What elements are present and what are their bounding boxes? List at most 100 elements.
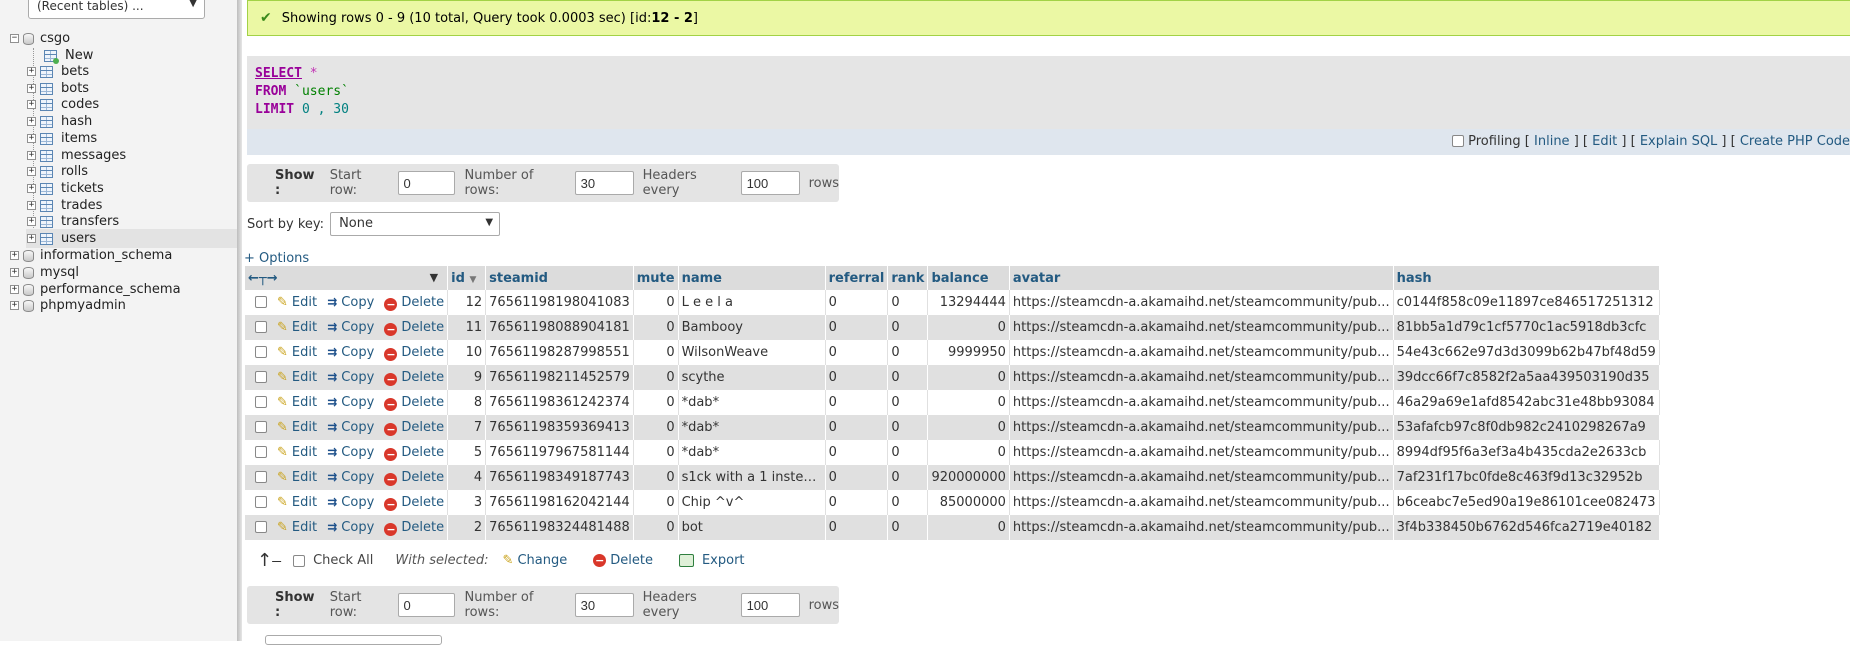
column-toggle-icon[interactable]: ▼	[430, 271, 438, 284]
cell-id[interactable]: 12	[447, 290, 487, 315]
cell-balance[interactable]: 920000000	[927, 465, 1010, 490]
expand-icon[interactable]: +	[27, 151, 36, 160]
cell-name[interactable]: *dab*	[678, 440, 826, 465]
cell-id[interactable]: 5	[447, 440, 487, 465]
copy-button[interactable]: ⇉ Copy	[327, 395, 374, 410]
cell-balance[interactable]: 0	[927, 415, 1010, 440]
delete-selected-button[interactable]: − Delete	[593, 553, 653, 568]
cell-hash[interactable]: 54e43c662e97d3d3099b62b47bf48d59	[1393, 340, 1660, 365]
copy-button[interactable]: ⇉ Copy	[327, 495, 374, 510]
cell-name[interactable]: *dab*	[678, 390, 826, 415]
row-checkbox[interactable]	[255, 295, 267, 308]
cell-avatar[interactable]: https://steamcdn-a.akamaihd.net/steamcom…	[1009, 465, 1394, 490]
column-arrows-icon[interactable]: ←┬→	[248, 271, 278, 286]
options-link[interactable]: + Options	[244, 251, 309, 266]
expand-icon[interactable]: +	[10, 251, 19, 260]
copy-button[interactable]: ⇉ Copy	[327, 470, 374, 485]
cell-avatar[interactable]: https://steamcdn-a.akamaihd.net/steamcom…	[1009, 365, 1394, 390]
cell-id[interactable]: 4	[447, 465, 487, 490]
delete-button[interactable]: − Delete	[384, 395, 444, 411]
cell-balance[interactable]: 0	[927, 365, 1010, 390]
row-checkbox[interactable]	[255, 345, 267, 358]
expand-icon[interactable]: +	[27, 184, 36, 193]
delete-button[interactable]: − Delete	[384, 345, 444, 361]
cell-referral[interactable]: 0	[825, 440, 889, 465]
sql-query-box[interactable]: SELECT * FROM `users` LIMIT 0 , 30	[247, 56, 1850, 129]
row-checkbox[interactable]	[255, 495, 267, 508]
cell-rank[interactable]: 0	[887, 290, 929, 315]
headers-every-input-bottom[interactable]	[740, 593, 800, 617]
cell-referral[interactable]: 0	[825, 340, 889, 365]
delete-button[interactable]: − Delete	[384, 445, 444, 461]
cell-avatar[interactable]: https://steamcdn-a.akamaihd.net/steamcom…	[1009, 515, 1394, 540]
expand-icon[interactable]: +	[27, 201, 36, 210]
sort-select-bottom[interactable]	[265, 635, 442, 645]
col-header-mute[interactable]: mute	[633, 266, 679, 290]
col-header-steamid[interactable]: steamid	[485, 266, 634, 290]
cell-referral[interactable]: 0	[825, 415, 889, 440]
col-header-id[interactable]: id ▼	[447, 266, 487, 290]
edit-button[interactable]: ✎ Edit	[277, 345, 317, 360]
start-row-input-bottom[interactable]	[397, 593, 455, 617]
export-button[interactable]: Export	[678, 553, 745, 568]
cell-avatar[interactable]: https://steamcdn-a.akamaihd.net/steamcom…	[1009, 490, 1394, 515]
row-checkbox[interactable]	[255, 520, 267, 533]
profiling-checkbox[interactable]	[1452, 135, 1464, 147]
cell-mute[interactable]: 0	[633, 340, 679, 365]
cell-steamid[interactable]: 76561198287998551	[485, 340, 634, 365]
copy-button[interactable]: ⇉ Copy	[327, 370, 374, 385]
cell-mute[interactable]: 0	[633, 415, 679, 440]
cell-rank[interactable]: 0	[887, 315, 929, 340]
cell-referral[interactable]: 0	[825, 390, 889, 415]
inline-link[interactable]: Inline	[1534, 134, 1570, 149]
row-checkbox[interactable]	[255, 445, 267, 458]
headers-every-input[interactable]	[740, 171, 800, 195]
create-php-code-link[interactable]: Create PHP Code	[1740, 134, 1850, 149]
cell-rank[interactable]: 0	[887, 365, 929, 390]
copy-button[interactable]: ⇉ Copy	[327, 445, 374, 460]
copy-button[interactable]: ⇉ Copy	[327, 345, 374, 360]
edit-button[interactable]: ✎ Edit	[277, 470, 317, 485]
expand-icon[interactable]: +	[27, 234, 36, 243]
cell-hash[interactable]: 53afafcb97c8f0db982c2410298267a9	[1393, 415, 1660, 440]
cell-balance[interactable]: 13294444	[927, 290, 1010, 315]
cell-hash[interactable]: 8994df95f6a3ef3a4b435cda2e2633cb	[1393, 440, 1660, 465]
explain-sql-link[interactable]: Explain SQL	[1640, 134, 1717, 149]
row-checkbox[interactable]	[255, 395, 267, 408]
cell-avatar[interactable]: https://steamcdn-a.akamaihd.net/steamcom…	[1009, 290, 1394, 315]
cell-referral[interactable]: 0	[825, 365, 889, 390]
delete-button[interactable]: − Delete	[384, 295, 444, 311]
cell-id[interactable]: 3	[447, 490, 487, 515]
num-rows-input[interactable]	[574, 171, 634, 195]
cell-name[interactable]: bot	[678, 515, 826, 540]
cell-id[interactable]: 7	[447, 415, 487, 440]
num-rows-input-bottom[interactable]	[574, 593, 634, 617]
cell-rank[interactable]: 0	[887, 390, 929, 415]
delete-button[interactable]: − Delete	[384, 370, 444, 386]
cell-id[interactable]: 10	[447, 340, 487, 365]
expand-icon[interactable]: +	[10, 285, 19, 294]
cell-rank[interactable]: 0	[887, 515, 929, 540]
cell-name[interactable]: scythe	[678, 365, 826, 390]
edit-button[interactable]: ✎ Edit	[277, 445, 317, 460]
change-button[interactable]: ✎ Change	[503, 553, 568, 568]
cell-avatar[interactable]: https://steamcdn-a.akamaihd.net/steamcom…	[1009, 415, 1394, 440]
row-checkbox[interactable]	[255, 320, 267, 333]
cell-balance[interactable]: 0	[927, 390, 1010, 415]
cell-mute[interactable]: 0	[633, 290, 679, 315]
nav-resizer[interactable]	[237, 0, 242, 641]
cell-referral[interactable]: 0	[825, 465, 889, 490]
cell-rank[interactable]: 0	[887, 340, 929, 365]
expand-icon[interactable]: +	[27, 167, 36, 176]
expand-icon[interactable]: +	[27, 67, 36, 76]
cell-steamid[interactable]: 76561198361242374	[485, 390, 634, 415]
cell-hash[interactable]: c0144f858c09e11897ce846517251312	[1393, 290, 1660, 315]
cell-hash[interactable]: b6ceabc7e5ed90a19e86101cee082473	[1393, 490, 1660, 515]
cell-hash[interactable]: 81bb5a1d79c1cf5770c1ac5918db3cfc	[1393, 315, 1660, 340]
cell-referral[interactable]: 0	[825, 315, 889, 340]
cell-name[interactable]: *dab*	[678, 415, 826, 440]
cell-avatar[interactable]: https://steamcdn-a.akamaihd.net/steamcom…	[1009, 340, 1394, 365]
start-row-input[interactable]	[397, 171, 455, 195]
delete-button[interactable]: − Delete	[384, 495, 444, 511]
edit-button[interactable]: ✎ Edit	[277, 395, 317, 410]
